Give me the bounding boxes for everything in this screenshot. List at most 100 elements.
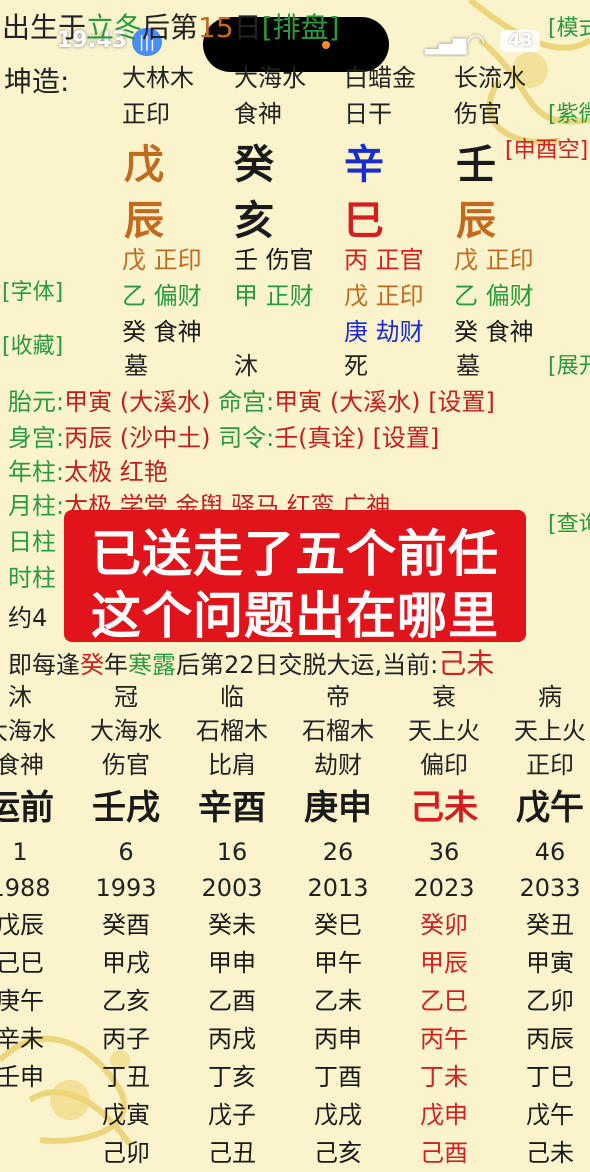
- dayun-changsheng: 帝: [326, 683, 350, 711]
- tiangan-day: 辛: [344, 142, 384, 188]
- dayun-start-year: 1993: [95, 874, 157, 902]
- minggong-value: 甲寅 (大溪水): [274, 388, 421, 416]
- wifi-icon: ◠: [466, 30, 486, 55]
- dayun-nayin: 石榴木: [302, 717, 374, 745]
- dayun-ganzhi: 庚申: [304, 788, 372, 828]
- liunian-item: 戊辰: [0, 911, 44, 939]
- mode-link[interactable]: [模式]: [548, 10, 590, 42]
- changsheng-month: 沐: [234, 352, 258, 380]
- dayun-column[interactable]: 病天上火 正印 戊午 46 2033 癸丑 甲寅 乙卯 丙辰 丁巳 戊午 己未: [498, 680, 590, 1172]
- header-day-suffix: 日: [233, 11, 262, 44]
- siling-settings-link[interactable]: [设置]: [373, 424, 440, 452]
- shengong-label: 身宫:: [8, 424, 65, 452]
- liunian-item: 乙未: [314, 987, 362, 1015]
- tiangan-hour: 壬: [456, 142, 496, 188]
- hidden-year-2: 乙 偏财: [122, 282, 202, 310]
- yuezhu-label: 月柱:: [8, 492, 65, 520]
- changsheng-hour: 墓: [456, 352, 480, 380]
- liunian-item: 戊子: [208, 1101, 256, 1129]
- liunian-item: 甲午: [314, 949, 362, 977]
- dizhi-hour: 辰: [456, 198, 496, 244]
- font-link[interactable]: [字体]: [2, 274, 63, 306]
- shengong-line: 身宫:丙辰 (沙中土) 司令:壬(真诠) [设置]: [8, 418, 439, 453]
- liunian-item: 辛未: [0, 1025, 44, 1053]
- liunian-item: 乙酉: [208, 987, 256, 1015]
- liunian-item: 乙卯: [526, 987, 574, 1015]
- solar-term: 立冬: [86, 11, 143, 44]
- taiyuan-value: 甲寅 (大溪水): [64, 388, 211, 416]
- nayin-day: 白蜡金: [344, 64, 416, 92]
- hidden-month-1: 壬 伤官: [234, 246, 314, 274]
- shizhu-label: 时柱: [8, 564, 56, 592]
- signal-icon: ▂▄▆: [425, 34, 467, 55]
- dayun-age: 1: [12, 838, 28, 866]
- paipan-link[interactable]: [排盘]: [262, 11, 340, 44]
- liunian-item: 戊寅: [102, 1101, 150, 1129]
- liunian-item: 癸丑: [526, 911, 574, 939]
- hidden-day-2: 戊 正印: [344, 282, 424, 310]
- dayun-nayin: 石榴木: [196, 717, 268, 745]
- jiaoyun-term: 寒露: [128, 651, 176, 679]
- dayun-start-year: 1988: [0, 874, 51, 902]
- dayun-shishen: 比肩: [208, 751, 256, 779]
- dayun-column[interactable]: 帝石榴木 劫财 庚申 26 2013 癸巳 甲午 乙未 丙申 丁酉 戊戌 己亥: [286, 680, 390, 1172]
- dayun-column[interactable]: 冠大海水 伤官 壬戌 6 1993 癸酉 甲戌 乙亥 丙子 丁丑 戊寅 己卯: [74, 680, 178, 1172]
- dizhi-month: 亥: [234, 198, 274, 244]
- liunian-item: 甲寅: [526, 949, 574, 977]
- siling-label: 司令:: [218, 424, 275, 452]
- hidden-year-1: 戊 正印: [122, 246, 202, 274]
- jiaoyun-after: 后第22日交脱大运,当前:: [176, 651, 439, 679]
- dayun-age: 36: [428, 838, 460, 866]
- liunian-item: 己亥: [314, 1139, 362, 1167]
- dayun-start-year: 2033: [519, 874, 581, 902]
- liunian-item: 丙辰: [526, 1025, 574, 1053]
- dayun-shishen: 食神: [0, 751, 44, 779]
- liunian-item: 乙巳: [420, 987, 468, 1015]
- liunian-item: 甲申: [208, 949, 256, 977]
- hidden-hour-3: 癸 食神: [454, 318, 534, 346]
- shishen-year: 正印: [122, 100, 170, 128]
- dayun-column[interactable]: 沐大海水食神运前 1 1988 戊辰己巳庚午辛未壬申: [0, 680, 72, 1172]
- dayun-changsheng: 沐: [8, 683, 32, 711]
- dayun-column[interactable]: 临石榴木 比肩 辛酉 16 2003 癸未 甲申 乙酉 丙戌 丁亥 戊子 己丑: [180, 680, 284, 1172]
- dayun-start-year: 2013: [307, 874, 369, 902]
- caption-line-2: 这个问题出在哪里: [91, 587, 499, 645]
- dayun-nayin: 天上火: [514, 717, 586, 745]
- dayun-age: 6: [118, 838, 134, 866]
- dayun-shishen: 伤官: [102, 751, 150, 779]
- liunian-item: 甲戌: [102, 949, 150, 977]
- nianzhu-value: 太极 红艳: [64, 458, 168, 486]
- hidden-month-2: 甲 正财: [234, 282, 314, 310]
- liunian-item: 丁巳: [526, 1063, 574, 1091]
- liunian-item: 壬申: [0, 1063, 44, 1091]
- liunian-item: 丁酉: [314, 1063, 362, 1091]
- taiyuan-line: 胎元:甲寅 (大溪水) 命宫:甲寅 (大溪水) [设置]: [8, 382, 495, 417]
- liunian-item: 丙午: [420, 1025, 468, 1053]
- dayun-age: 46: [534, 838, 566, 866]
- dizhi-year: 辰: [124, 198, 164, 244]
- minggong-settings-link[interactable]: [设置]: [428, 388, 495, 416]
- dayun-ganzhi: 壬戌: [92, 788, 160, 828]
- jiaoyun-year: 年: [104, 651, 128, 679]
- tiangan-year: 戊: [124, 142, 164, 188]
- dayun-changsheng: 衰: [432, 683, 456, 711]
- expand-link[interactable]: [展开]: [548, 348, 590, 380]
- favorite-link[interactable]: [收藏]: [2, 328, 63, 360]
- liunian-item: 戊戌: [314, 1101, 362, 1129]
- liunian-item: 庚午: [0, 987, 44, 1015]
- dayun-nayin: 大海水: [0, 717, 56, 745]
- dayun-ganzhi: 己未: [410, 788, 478, 828]
- dayun-age: 16: [216, 838, 248, 866]
- liunian-item: 戊午: [526, 1101, 574, 1129]
- liunian-item: 丁未: [420, 1063, 468, 1091]
- liunian-item: 癸卯: [420, 911, 468, 939]
- liunian-item: [0, 1096, 72, 1134]
- header-prefix: 出生于: [2, 11, 87, 44]
- hidden-hour-1: 戊 正印: [454, 246, 534, 274]
- ziwei-link[interactable]: [紫微]: [548, 96, 590, 128]
- liunian-item: 戊申: [420, 1101, 468, 1129]
- dayun-start-year: 2023: [413, 874, 475, 902]
- dayun-column[interactable]: 衰天上火 偏印 己未 36 2023 癸卯 甲辰 乙巳 丙午 丁未 戊申 己酉: [392, 680, 496, 1172]
- query-link[interactable]: [查询]: [548, 506, 590, 538]
- rizhu-label: 日柱: [8, 528, 56, 556]
